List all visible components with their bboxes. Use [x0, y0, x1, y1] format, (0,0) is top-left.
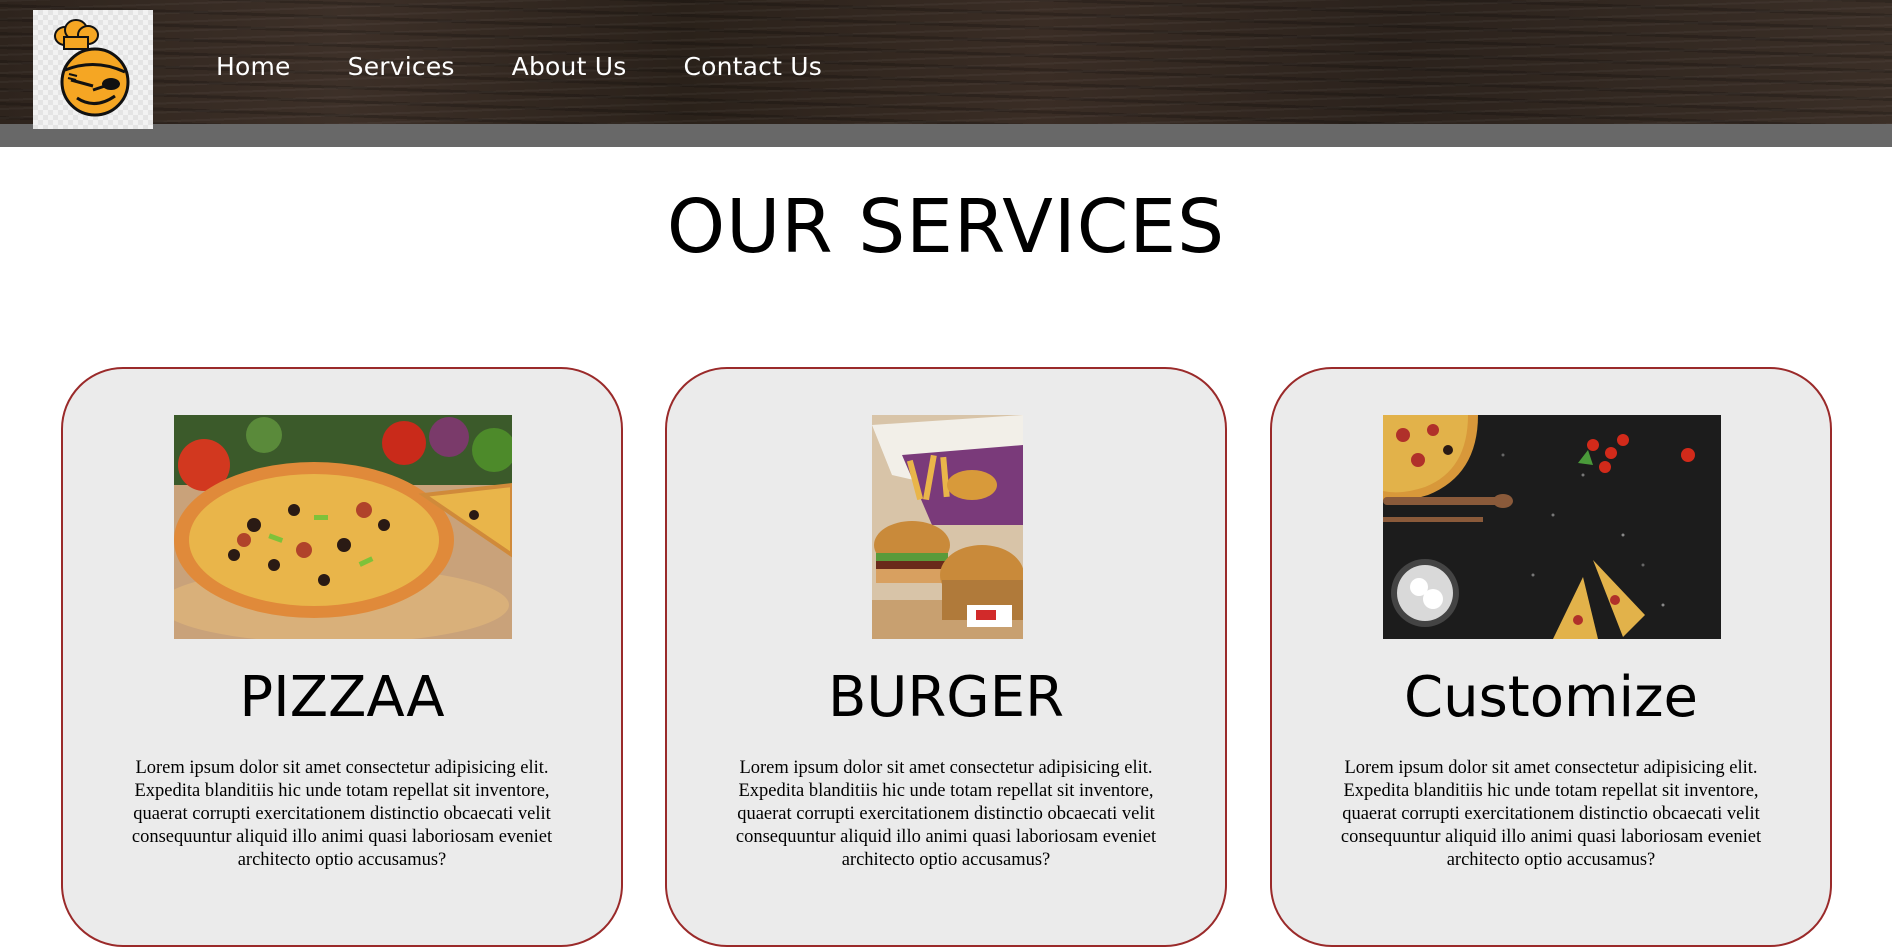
nav-home[interactable]: Home [216, 52, 291, 81]
card-title: Customize [1404, 665, 1698, 730]
main-nav: Home Services About Us Contact Us [216, 52, 879, 81]
site-header: Home Services About Us Contact Us [0, 0, 1892, 129]
header-divider-strip [0, 124, 1892, 147]
nav-about-us[interactable]: About Us [512, 52, 627, 81]
page-title: OUR SERVICES [666, 184, 1226, 270]
card-title: BURGER [827, 665, 1064, 730]
service-card-customize[interactable]: Customize Lorem ipsum dolor sit amet con… [1270, 367, 1832, 947]
service-card-burger[interactable]: BURGER Lorem ipsum dolor sit amet consec… [665, 367, 1227, 947]
card-description: Lorem ipsum dolor sit amet consectetur a… [1340, 758, 1762, 870]
nav-services[interactable]: Services [348, 52, 455, 81]
burger-image [872, 415, 1023, 639]
card-description: Lorem ipsum dolor sit amet consectetur a… [735, 758, 1157, 870]
logo[interactable] [33, 10, 153, 129]
nav-contact-us[interactable]: Contact Us [683, 52, 822, 81]
card-description: Lorem ipsum dolor sit amet consectetur a… [131, 758, 553, 870]
pizza-image [174, 415, 512, 639]
chef-hat-logo-icon [54, 19, 130, 117]
service-card-pizza[interactable]: PIZZAA Lorem ipsum dolor sit amet consec… [61, 367, 623, 947]
customize-pizza-image [1383, 415, 1721, 639]
card-title: PIZZAA [239, 665, 445, 730]
